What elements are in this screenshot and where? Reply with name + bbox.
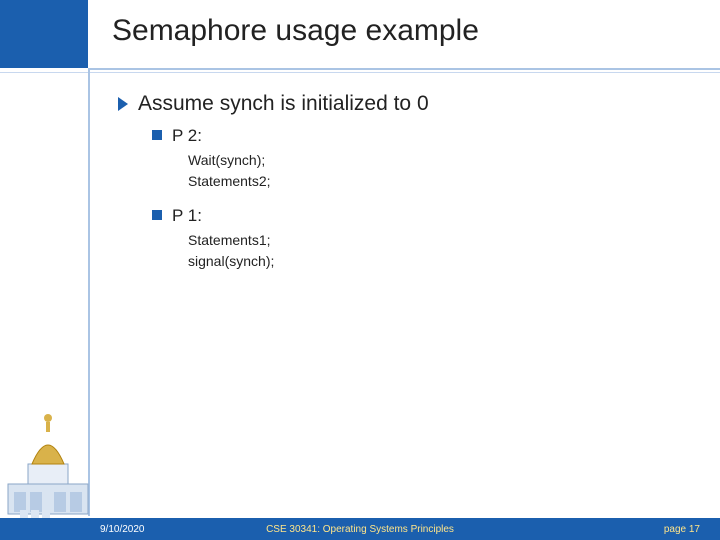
square-bullet-icon <box>152 130 162 140</box>
footer-bar: 9/10/2020 CSE 30341: Operating Systems P… <box>0 518 720 540</box>
p2-body: Wait(synch); Statements2; <box>188 150 690 192</box>
footer-course: CSE 30341: Operating Systems Principles <box>266 524 454 535</box>
bullet-level1: Assume synch is initialized to 0 <box>118 92 690 116</box>
content-area: Assume synch is initialized to 0 P 2: Wa… <box>118 92 690 272</box>
slide-title: Semaphore usage example <box>112 14 479 48</box>
p2-label: P 2: <box>172 126 202 146</box>
title-rule <box>88 68 720 70</box>
footer-deco-squares <box>20 510 50 518</box>
p1-label: P 1: <box>172 206 202 226</box>
footer-page: page 17 <box>664 524 700 535</box>
bullet-level2-p1: P 1: <box>152 206 690 226</box>
code-line: Wait(synch); <box>188 150 690 171</box>
bullet-level2-p2: P 2: <box>152 126 690 146</box>
triangle-bullet-icon <box>118 97 128 111</box>
header-accent-square <box>0 0 88 68</box>
code-line: Statements2; <box>188 171 690 192</box>
code-line: Statements1; <box>188 230 690 251</box>
footer-date: 9/10/2020 <box>100 524 145 535</box>
bullet1-text: Assume synch is initialized to 0 <box>138 92 429 116</box>
square-bullet-icon <box>152 210 162 220</box>
slide: Semaphore usage example Assume synch is … <box>0 0 720 540</box>
title-rule-thin <box>0 72 720 73</box>
p1-body: Statements1; signal(synch); <box>188 230 690 272</box>
code-line: signal(synch); <box>188 251 690 272</box>
dome-illustration <box>6 406 90 516</box>
